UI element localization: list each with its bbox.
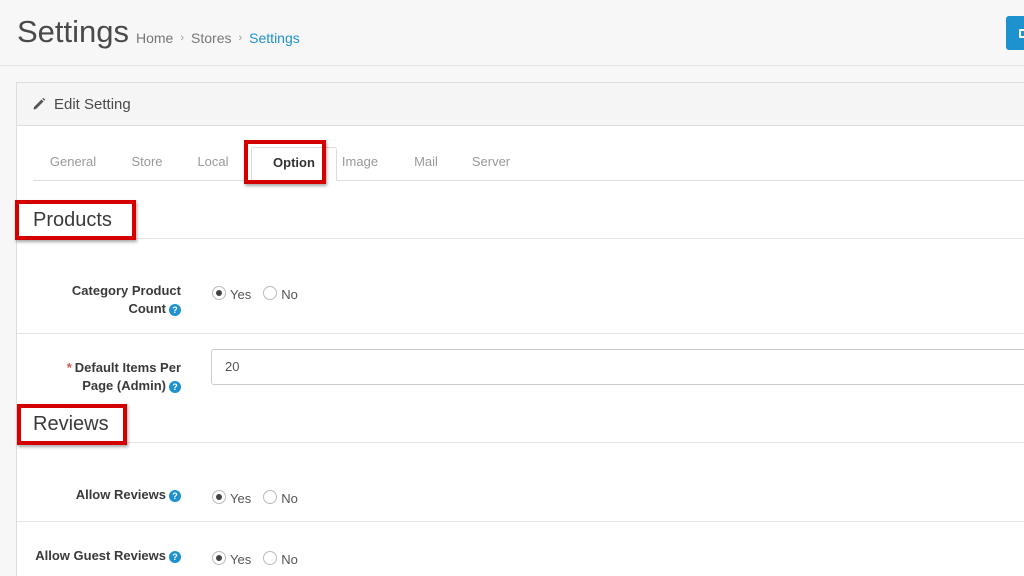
tab-mail[interactable]: Mail bbox=[413, 147, 439, 181]
save-icon bbox=[1019, 29, 1024, 38]
radio-no[interactable] bbox=[263, 550, 278, 565]
label-line-with-help: Count? bbox=[31, 300, 181, 318]
tab-store[interactable]: Store bbox=[130, 147, 164, 181]
radio-option-no[interactable]: No bbox=[263, 489, 298, 506]
radio-yes[interactable] bbox=[212, 550, 226, 565]
settings-tabs: General Store Local Option Image Mail Se… bbox=[33, 147, 1024, 181]
tab-local[interactable]: Local bbox=[197, 147, 229, 181]
help-icon[interactable]: ? bbox=[169, 550, 181, 563]
divider bbox=[17, 521, 1024, 522]
radio-option-yes[interactable]: Yes bbox=[212, 285, 252, 302]
section-heading-reviews: Reviews bbox=[33, 413, 109, 435]
tab-option[interactable]: Option bbox=[251, 147, 337, 181]
required-marker: * bbox=[66, 360, 72, 375]
breadcrumb-separator: › bbox=[238, 32, 243, 44]
radio-no[interactable] bbox=[263, 489, 278, 504]
default-items-per-page-label: * Default Items Per Page (Admin)? bbox=[31, 359, 181, 395]
label-line: Category Product bbox=[71, 283, 181, 298]
save-button[interactable] bbox=[1006, 16, 1024, 50]
help-icon[interactable]: ? bbox=[169, 489, 181, 502]
radio-yes[interactable] bbox=[212, 285, 226, 300]
radio-yes[interactable] bbox=[212, 489, 226, 504]
section-heading-products: Products bbox=[33, 209, 112, 231]
label-line: Default Items Per bbox=[74, 360, 181, 375]
label-line: Count bbox=[128, 301, 166, 316]
label-line: Allow Reviews bbox=[75, 487, 166, 502]
help-icon[interactable]: ? bbox=[169, 303, 181, 316]
radio-label-yes: Yes bbox=[230, 552, 252, 567]
label-line-with-help: Allow Reviews? bbox=[31, 486, 181, 504]
radio-label-yes: Yes bbox=[230, 491, 252, 506]
breadcrumb-home[interactable]: Home bbox=[136, 30, 173, 46]
radio-option-yes[interactable]: Yes bbox=[212, 550, 252, 567]
tab-server[interactable]: Server bbox=[471, 147, 511, 181]
radio-label-no: No bbox=[281, 491, 298, 506]
edit-setting-panel: Edit Setting General Store Local Option … bbox=[16, 82, 1024, 576]
radio-label-no: No bbox=[281, 287, 298, 302]
label-line-with-help: Page (Admin)? bbox=[31, 377, 181, 395]
label-line: Page (Admin) bbox=[82, 378, 166, 393]
divider bbox=[17, 333, 1024, 334]
radio-option-yes[interactable]: Yes bbox=[212, 489, 252, 506]
tab-general[interactable]: General bbox=[49, 147, 97, 181]
radio-option-no[interactable]: No bbox=[263, 285, 298, 302]
panel-title: Edit Setting bbox=[54, 96, 131, 113]
default-items-per-page-input[interactable]: 20 bbox=[211, 349, 1024, 385]
category-product-count-label: Category Product Count? bbox=[31, 282, 181, 318]
label-line-with-help: Allow Guest Reviews? bbox=[31, 547, 181, 565]
radio-no[interactable] bbox=[263, 285, 278, 300]
divider bbox=[17, 442, 1024, 443]
allow-guest-reviews-radio-group: Yes No bbox=[212, 550, 310, 567]
help-icon[interactable]: ? bbox=[169, 380, 181, 393]
divider bbox=[17, 238, 1024, 239]
page-header: Settings Home › Stores › Settings bbox=[0, 0, 1024, 66]
tab-image[interactable]: Image bbox=[341, 147, 379, 181]
allow-reviews-radio-group: Yes No bbox=[212, 489, 310, 506]
breadcrumb-stores[interactable]: Stores bbox=[191, 30, 231, 46]
pencil-icon bbox=[33, 97, 46, 110]
radio-label-no: No bbox=[281, 552, 298, 567]
radio-option-no[interactable]: No bbox=[263, 550, 298, 567]
breadcrumb-separator: › bbox=[180, 32, 185, 44]
breadcrumb-settings[interactable]: Settings bbox=[249, 30, 300, 46]
breadcrumb: Home › Stores › Settings bbox=[136, 30, 300, 46]
allow-reviews-label: Allow Reviews? bbox=[31, 486, 181, 504]
allow-guest-reviews-label: Allow Guest Reviews? bbox=[31, 547, 181, 565]
label-line: Allow Guest Reviews bbox=[35, 548, 166, 563]
radio-label-yes: Yes bbox=[230, 287, 252, 302]
page-title: Settings bbox=[17, 14, 130, 49]
category-product-count-radio-group: Yes No bbox=[212, 285, 310, 302]
label-line-required: * Default Items Per bbox=[31, 359, 181, 377]
panel-heading: Edit Setting bbox=[17, 83, 1024, 126]
